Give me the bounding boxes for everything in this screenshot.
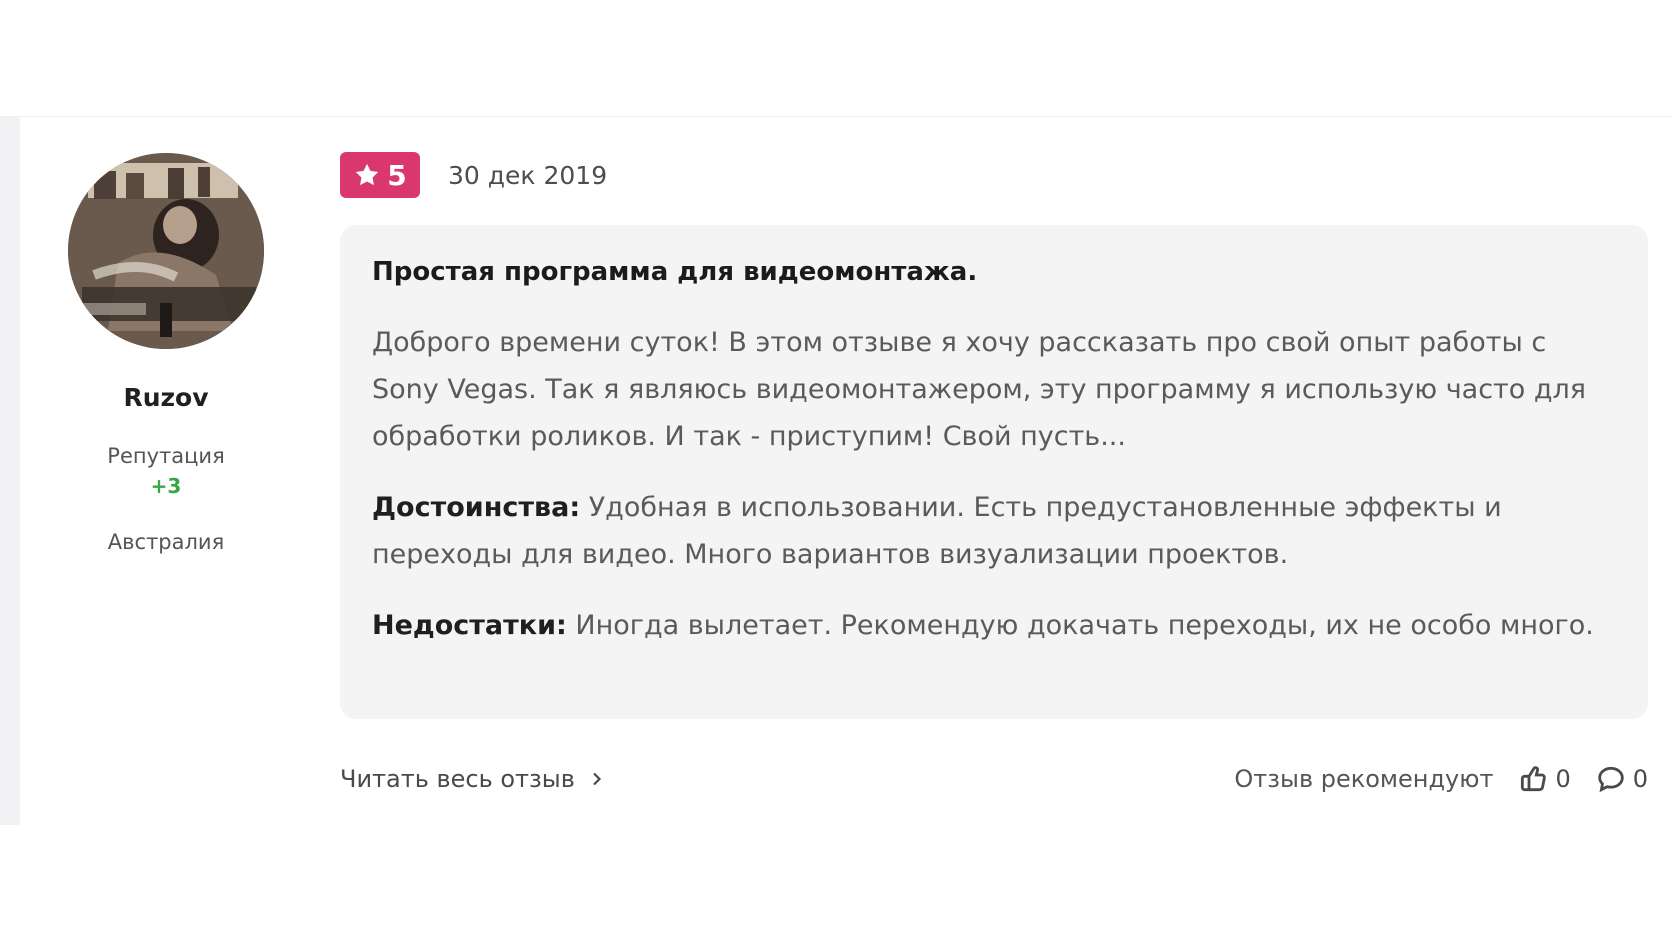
reputation-label: Репутация bbox=[107, 444, 225, 468]
comment-icon bbox=[1597, 766, 1624, 793]
author-name[interactable]: Ruzov bbox=[60, 383, 272, 412]
review-title[interactable]: Простая программа для видеомонтажа. bbox=[372, 255, 1616, 289]
review-body: Доброго времени суток! В этом отзыве я х… bbox=[372, 327, 1587, 452]
reputation-value: +3 bbox=[150, 474, 182, 498]
left-rail bbox=[0, 117, 20, 825]
review-content-box: Простая программа для видеомонтажа. Добр… bbox=[340, 225, 1648, 719]
read-full-review-label: Читать весь отзыв bbox=[340, 765, 575, 793]
rating-badge: 5 bbox=[340, 152, 420, 198]
review-page: Ruzov Репутация +3 Австралия 5 30 дек 20… bbox=[0, 0, 1672, 940]
review-cons: Недостатки: Иногда вылетает. Рекомендую … bbox=[372, 602, 1616, 649]
chevron-right-icon bbox=[593, 772, 601, 786]
likes-counter[interactable]: 0 bbox=[1517, 763, 1571, 795]
review-footer: Читать весь отзыв Отзыв рекомендуют 0 0 bbox=[340, 757, 1648, 801]
review-meta: 5 30 дек 2019 bbox=[340, 151, 607, 199]
comments-count: 0 bbox=[1632, 765, 1648, 793]
author-panel: Ruzov Репутация +3 Австралия bbox=[60, 153, 272, 554]
cons-text: Иногда вылетает. Рекомендую докачать пер… bbox=[566, 610, 1594, 641]
cons-label: Недостатки: bbox=[372, 610, 567, 641]
review-pros: Достоинства: Удобная в использовании. Ес… bbox=[372, 484, 1616, 578]
avatar[interactable] bbox=[68, 153, 264, 349]
read-full-review-link[interactable]: Читать весь отзыв bbox=[340, 765, 605, 793]
avatar-image bbox=[68, 153, 264, 349]
thumbs-up-icon bbox=[1521, 766, 1547, 792]
comments-counter[interactable]: 0 bbox=[1595, 763, 1648, 795]
pros-label: Достоинства: bbox=[372, 492, 581, 523]
rating-value: 5 bbox=[387, 158, 407, 192]
star-icon bbox=[356, 163, 379, 186]
likes-count: 0 bbox=[1555, 765, 1571, 793]
author-country: Австралия bbox=[107, 530, 225, 554]
review-actions: Отзыв рекомендуют 0 0 bbox=[1234, 763, 1648, 795]
review-date: 30 дек 2019 bbox=[448, 160, 608, 190]
recommend-label: Отзыв рекомендуют bbox=[1234, 765, 1494, 793]
review-card: Ruzov Репутация +3 Австралия 5 30 дек 20… bbox=[0, 116, 1672, 825]
